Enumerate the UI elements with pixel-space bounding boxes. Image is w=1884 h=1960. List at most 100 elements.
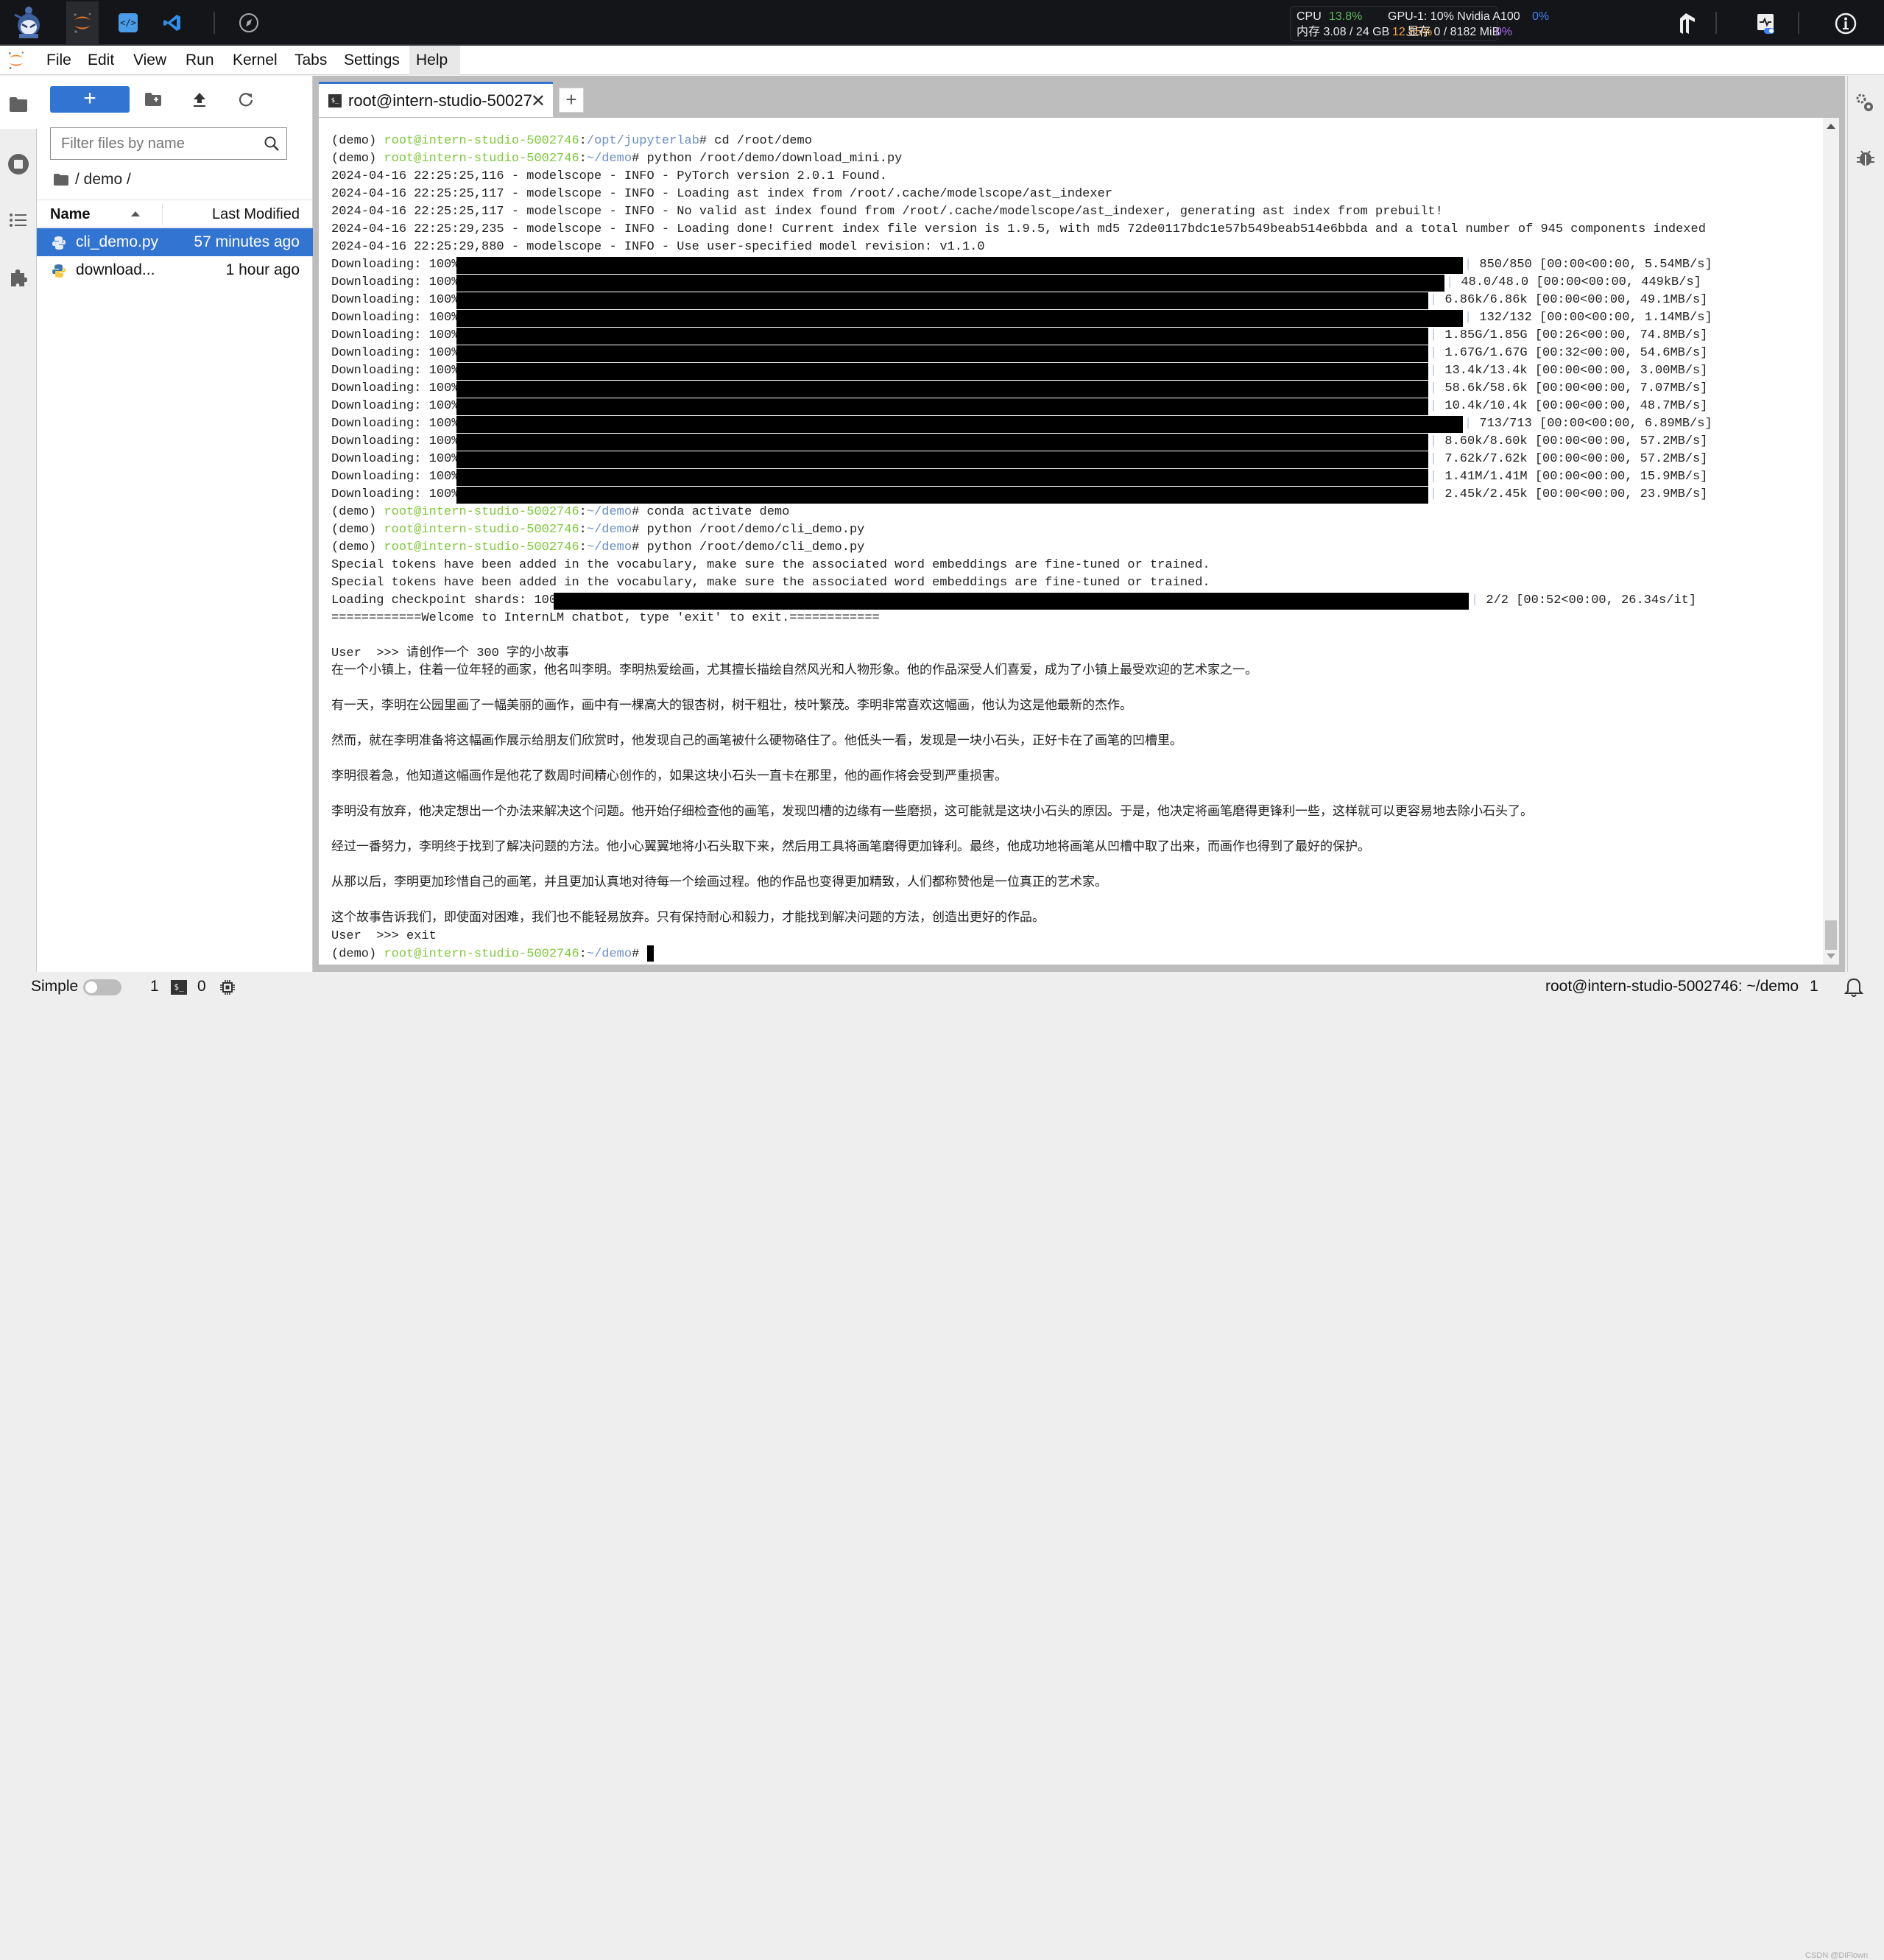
- terminal-cursor: [646, 945, 654, 962]
- progress-pipe: |: [1471, 593, 1486, 607]
- close-tab-icon[interactable]: ✕: [531, 91, 546, 112]
- prompt-colon: :: [579, 505, 587, 519]
- property-inspector-tab[interactable]: [1854, 92, 1877, 116]
- filter-files-input[interactable]: [51, 128, 257, 159]
- info-button[interactable]: [1831, 9, 1860, 38]
- vscode-icon: [163, 15, 180, 31]
- kernels-count[interactable]: 1: [150, 972, 159, 1001]
- download-label: Downloading: 100%: [331, 452, 459, 466]
- file-browser-tab[interactable]: [7, 93, 30, 116]
- progress-pipe: |: [1464, 258, 1480, 272]
- upload-button[interactable]: [189, 89, 210, 110]
- download-stats-text: 1.41M/1.41M [00:00<00:00, 15.9MB/s]: [1444, 470, 1708, 484]
- monitor-button[interactable]: [1751, 9, 1780, 38]
- file-row[interactable]: cli_demo.py 57 minutes ago: [37, 228, 313, 256]
- panel-splitter[interactable]: [313, 76, 319, 972]
- download-label: Downloading: 100%: [331, 328, 459, 342]
- progress-pipe: |: [1430, 434, 1445, 448]
- file-name: download...: [76, 261, 155, 278]
- progress-pipe: |: [1430, 293, 1445, 307]
- terminal-output: (demo) root@intern-studio-5002746: /opt/j…: [331, 133, 1712, 963]
- terminals-count[interactable]: 0: [197, 972, 206, 1001]
- cpu-chip-icon[interactable]: [219, 979, 236, 995]
- table-of-contents-tab[interactable]: [7, 208, 30, 232]
- code-editor-button[interactable]: </>: [112, 1, 144, 44]
- terminal-prompt-line: (demo) root@intern-studio-5002746:~/demo…: [331, 504, 1706, 521]
- download-progress-line: Downloading: 100% || 713/713 [00:00<00:00…: [331, 415, 1712, 433]
- prompt-hash: #: [632, 523, 640, 537]
- running-sessions-tab[interactable]: [7, 152, 30, 176]
- download-progress-line: Downloading: 100% || 48.0/48.0 [00:00<00:…: [331, 274, 1706, 292]
- log-line: 2024-04-16 22:25:29,880 - modelscope - I…: [331, 240, 985, 254]
- intern-studio-logo-icon[interactable]: [10, 4, 47, 41]
- new-launcher-button[interactable]: +: [50, 86, 130, 113]
- progress-pipe: |: [1464, 417, 1480, 431]
- download-stats: | 13.4k/13.4k [00:00<00:00, 3.00MB/s]: [1430, 362, 1707, 380]
- column-resizer[interactable]: [162, 203, 163, 225]
- prompt-env: (demo): [331, 152, 384, 166]
- file-list-header: Name Last Modified: [37, 200, 313, 228]
- terminal-scrollbar[interactable]: [1823, 118, 1839, 965]
- memory-label: 内存 3.08 / 24 GB: [1296, 26, 1390, 38]
- vscode-button[interactable]: [156, 1, 188, 44]
- column-header-name[interactable]: Name: [50, 200, 90, 228]
- refresh-icon: [239, 93, 253, 107]
- tab-label: root@intern-studio-50027: [348, 91, 532, 110]
- menu-kernel[interactable]: Kernel: [226, 46, 284, 75]
- bell-icon[interactable]: [1844, 977, 1863, 998]
- download-label: Downloading: 100%: [331, 364, 459, 378]
- prompt-hash: #: [632, 540, 640, 554]
- folder-icon[interactable]: [53, 173, 69, 186]
- terminal[interactable]: (demo) root@intern-studio-5002746: /opt/j…: [319, 118, 1839, 965]
- terminal-prompt-line: (demo) root@intern-studio-5002746:~/demo…: [331, 945, 1706, 963]
- breadcrumb-path[interactable]: / demo /: [75, 169, 131, 191]
- menu-help[interactable]: Help: [409, 46, 460, 75]
- bug-icon: [1857, 150, 1874, 166]
- download-stats-text: 10.4k/10.4k [00:00<00:00, 48.7MB/s]: [1444, 399, 1708, 413]
- prompt-userhost: root@intern-studio-5002746: [384, 505, 579, 519]
- menu-edit[interactable]: Edit: [81, 46, 121, 75]
- warning-line: Special tokens have been added in the vo…: [331, 576, 1210, 590]
- prompt-userhost: root@intern-studio-5002746: [384, 152, 579, 166]
- tensorflow-button[interactable]: [1671, 9, 1701, 38]
- scroll-up-icon[interactable]: [1827, 124, 1835, 129]
- extension-manager-tab[interactable]: [7, 266, 30, 289]
- download-stats: | 6.86k/6.86k [00:00<00:00, 49.1MB/s]: [1430, 292, 1707, 309]
- menu-settings[interactable]: Settings: [337, 46, 406, 75]
- progress-pipe: |: [1464, 311, 1480, 325]
- compass-button[interactable]: [233, 1, 265, 44]
- column-header-last-modified[interactable]: Last Modified: [212, 200, 300, 228]
- progress-bar-fill: [456, 434, 1428, 451]
- menu-run[interactable]: Run: [179, 46, 221, 75]
- menu-tabs[interactable]: Tabs: [288, 46, 334, 75]
- add-tab-button[interactable]: +: [559, 88, 584, 113]
- prompt-path: ~/demo: [586, 505, 632, 519]
- prompt-env: (demo): [331, 540, 384, 554]
- refresh-button[interactable]: [236, 89, 256, 110]
- log-line: 2024-04-16 22:25:25,116 - modelscope - I…: [331, 169, 887, 183]
- progress-bar-fill: [456, 257, 1463, 274]
- gpu-label: GPU-1: 10% Nvidia A100: [1388, 10, 1520, 23]
- warning-line: Special tokens have been added in the vo…: [331, 558, 1210, 572]
- scrollbar-thumb[interactable]: [1825, 920, 1837, 950]
- download-stats: | 1.85G/1.85G [00:26<00:00, 74.8MB/s]: [1430, 327, 1707, 345]
- file-row[interactable]: download... 1 hour ago: [37, 256, 313, 284]
- menu-file[interactable]: File: [40, 46, 78, 75]
- progress-pipe: |: [1430, 381, 1445, 395]
- info-icon: [1835, 13, 1857, 35]
- menu-view[interactable]: View: [127, 46, 173, 75]
- tab-terminal[interactable]: $_ root@intern-studio-50027 ✕: [319, 82, 553, 117]
- simple-mode-toggle[interactable]: [83, 979, 121, 995]
- prompt-path: /opt/jupyterlab: [586, 134, 699, 148]
- scroll-down-icon[interactable]: [1827, 953, 1835, 959]
- download-progress-line: Downloading: 100% || 13.4k/13.4k [00:00<0…: [331, 362, 1707, 380]
- model-response-line: 李明很着急，他知道这幅画作是他花了数周时间精心创作的，如果这块小石头一直卡在那里…: [331, 770, 1007, 784]
- download-stats: | 850/850 [00:00<00:00, 5.54MB/s]: [1464, 256, 1712, 274]
- debugger-tab[interactable]: [1854, 146, 1877, 169]
- jupyter-launcher-button[interactable]: [66, 1, 99, 44]
- terminal-prompt-line: (demo) root@intern-studio-5002746:~/demo…: [331, 150, 1706, 168]
- progress-pipe: |: [1430, 346, 1445, 360]
- watermark: CSDN @DiFlown: [1805, 1951, 1869, 1960]
- new-folder-button[interactable]: [143, 89, 163, 110]
